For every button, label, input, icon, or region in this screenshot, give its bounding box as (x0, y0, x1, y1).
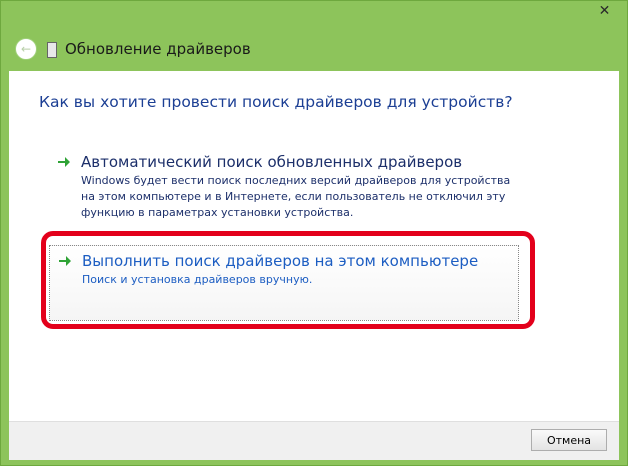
device-icon (47, 42, 57, 58)
option-browse-computer-title: Выполнить поиск драйверов на этом компью… (82, 252, 479, 270)
back-arrow-icon: ← (20, 42, 32, 56)
option-browse-computer-description: Поиск и установка драйверов вручную. (82, 273, 313, 286)
close-button[interactable]: ✕ (588, 1, 621, 21)
wizard-header: ← Обновление драйверов (9, 31, 619, 67)
wizard-window: ✕ ← Обновление драйверов Как вы хотите п… (0, 0, 628, 466)
option-auto-search[interactable]: Автоматический поиск обновленных драйвер… (49, 147, 519, 227)
back-button[interactable]: ← (15, 38, 37, 60)
option-auto-search-description: Windows будет вести поиск последних верс… (81, 174, 511, 219)
option-browse-computer[interactable]: Выполнить поиск драйверов на этом компью… (49, 245, 519, 321)
option-auto-search-title: Автоматический поиск обновленных драйвер… (81, 153, 463, 171)
wizard-title: Обновление драйверов (65, 40, 251, 58)
green-arrow-icon (58, 157, 70, 167)
wizard-content: Как вы хотите провести поиск драйверов д… (9, 71, 619, 421)
wizard-footer: Отмена (9, 421, 619, 460)
close-icon: ✕ (598, 3, 611, 19)
green-arrow-icon (59, 256, 71, 266)
cancel-button[interactable]: Отмена (531, 429, 607, 451)
page-question: Как вы хотите провести поиск драйверов д… (39, 93, 513, 111)
